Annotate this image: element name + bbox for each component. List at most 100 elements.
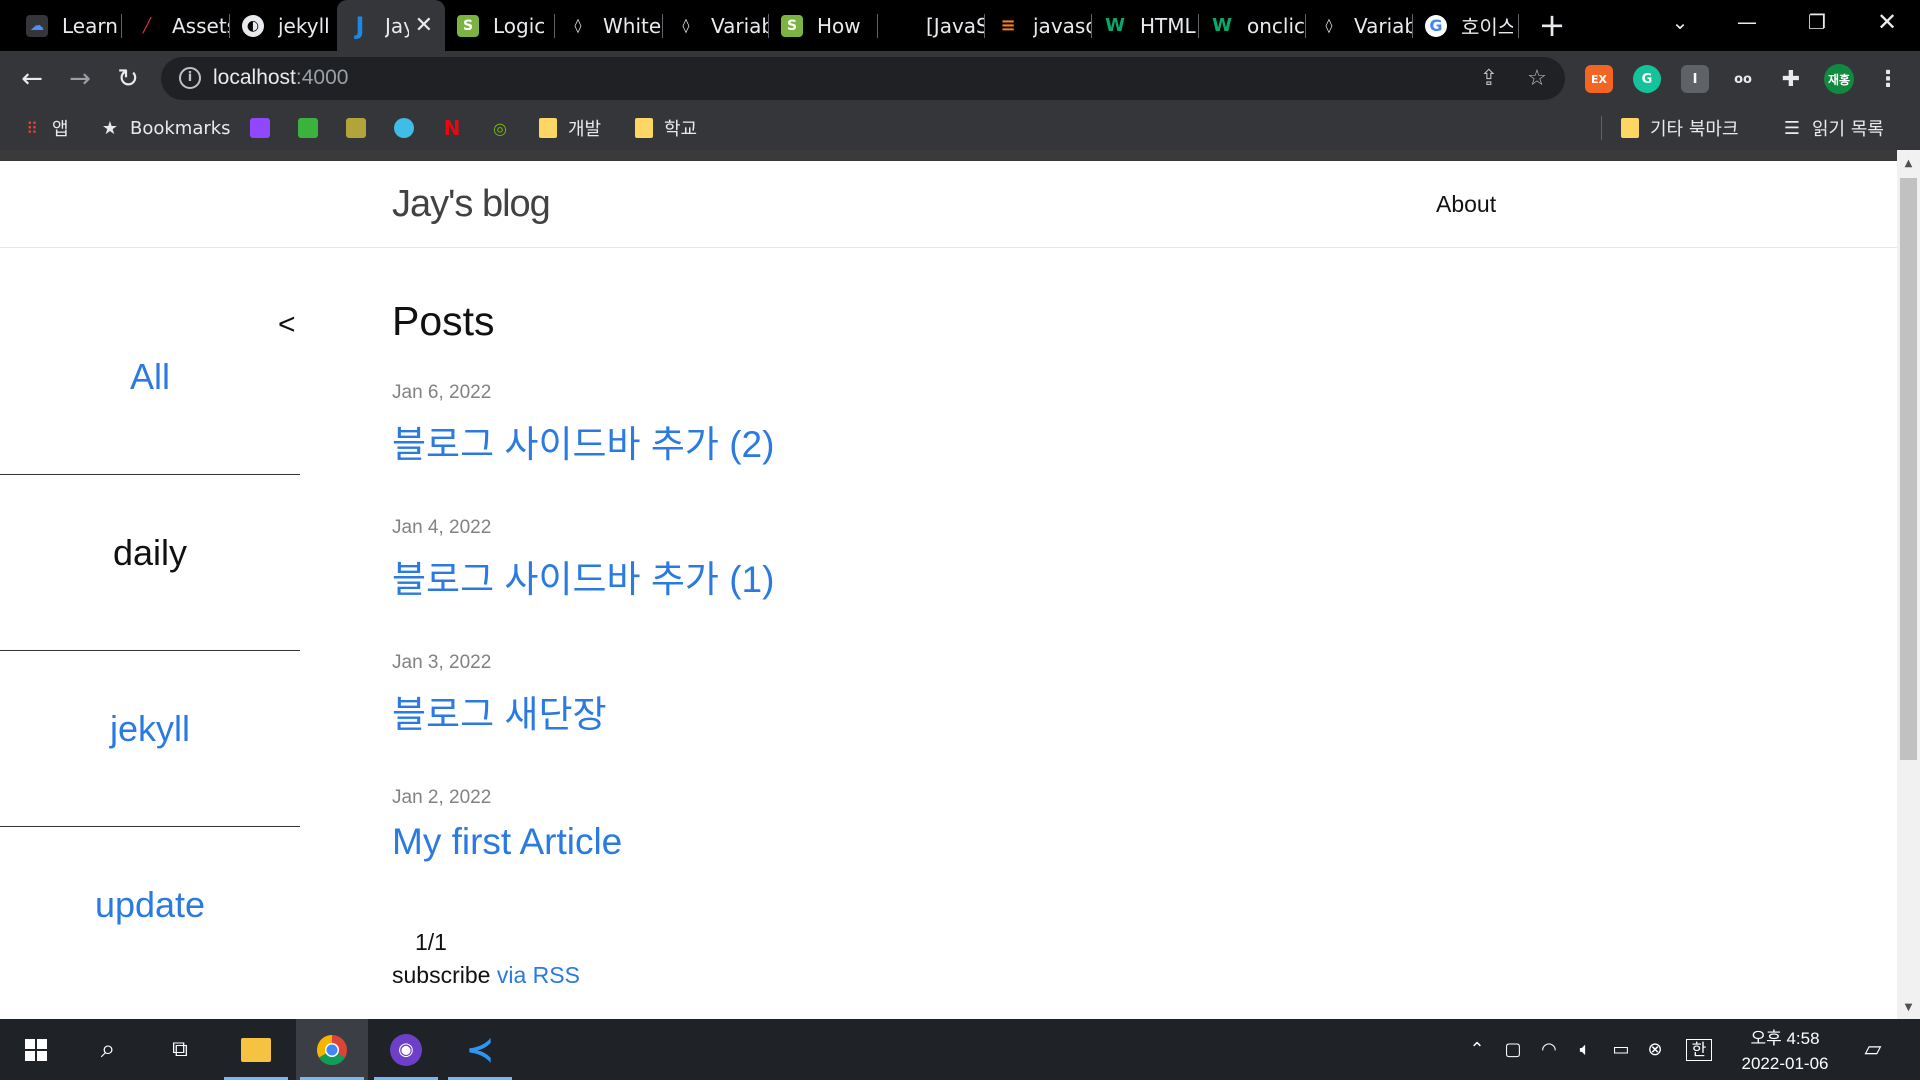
chrome-taskbar-button[interactable]: [296, 1019, 368, 1080]
reading-list-button[interactable]: ☰ 읽기 목록: [1782, 106, 1884, 150]
bookmarks-divider: [1601, 116, 1602, 140]
category-update[interactable]: update: [0, 826, 300, 1002]
task-view-button[interactable]: ⧉: [144, 1019, 216, 1080]
browser-tab[interactable]: S How t: [769, 0, 877, 51]
folder-icon: [1621, 118, 1639, 138]
start-button[interactable]: [0, 1019, 72, 1080]
browser-tab[interactable]: ╱ Assets: [122, 0, 230, 51]
pagination-indicator: 1/1: [415, 929, 447, 955]
post-title-link[interactable]: 블로그 사이드바 추가 (1): [392, 549, 774, 603]
tab-title: HTML: [1140, 13, 1196, 38]
error-status-icon[interactable]: ⊗: [1642, 1037, 1668, 1063]
bookmark-label: 앱: [52, 119, 69, 140]
browser-tab[interactable]: ≡ javasc: [985, 0, 1091, 51]
browser-tab[interactable]: ◊ White: [555, 0, 663, 51]
browser-tab[interactable]: ◊ Variab: [663, 0, 769, 51]
browser-tab[interactable]: S Logic: [447, 0, 553, 51]
new-tab-button[interactable]: +: [1534, 7, 1570, 43]
twitch-bookmark[interactable]: [250, 106, 280, 150]
category-daily[interactable]: daily: [0, 474, 300, 650]
post-date: Jan 3, 2022: [392, 652, 492, 673]
restore-button[interactable]: ❐: [1782, 0, 1852, 44]
volume-icon[interactable]: 🔈︎: [1572, 1037, 1598, 1063]
bookmark-star-icon[interactable]: ☆: [1523, 65, 1551, 93]
browser-tab[interactable]: ◐ jekyll: [230, 0, 336, 51]
glasses-icon[interactable]: oo: [1729, 65, 1757, 93]
site-info-icon[interactable]: i: [179, 67, 201, 89]
notifications-icon[interactable]: ▱: [1860, 1037, 1886, 1063]
tab-title: [JavaS: [926, 13, 984, 38]
nvidia-bookmark[interactable]: ◎: [490, 106, 520, 150]
drop-icon: ◊: [1325, 17, 1333, 34]
shopify-icon: S: [781, 14, 803, 37]
browser-tab-active[interactable]: J Jay ✕: [337, 0, 445, 51]
category-label: update: [94, 884, 206, 925]
page-scrollbar[interactable]: ▲ ▼: [1897, 150, 1920, 1019]
scroll-thumb[interactable]: [1900, 178, 1917, 760]
forward-button[interactable]: →: [60, 59, 100, 99]
school-folder[interactable]: 학교: [634, 106, 697, 150]
grammarly-icon[interactable]: G: [1633, 65, 1661, 93]
browser-tab[interactable]: ◊ Variab: [1306, 0, 1412, 51]
wifi-icon[interactable]: ◠: [1536, 1037, 1562, 1063]
meet-now-icon[interactable]: ▢: [1500, 1037, 1526, 1063]
browser-tab[interactable]: [JavaS: [878, 0, 984, 51]
netflix-bookmark[interactable]: N: [442, 106, 472, 150]
category-sidebar: < All daily jekyll update: [0, 248, 300, 1019]
close-tab-icon[interactable]: ✕: [415, 13, 433, 38]
post-date: Jan 6, 2022: [392, 382, 492, 403]
extensions-puzzle-icon[interactable]: ✚: [1777, 65, 1805, 93]
tab-title: Variab: [1354, 13, 1412, 38]
search-button[interactable]: ⌕: [72, 1019, 144, 1080]
category-label: All: [129, 356, 170, 397]
category-all[interactable]: All: [0, 298, 300, 474]
mail-bookmark[interactable]: [298, 106, 328, 150]
site-title[interactable]: Jay's blog: [392, 183, 551, 226]
nav-about-link[interactable]: About: [1436, 191, 1496, 218]
bookmarks-folder[interactable]: ★ Bookmarks: [100, 106, 231, 150]
subscribe-text: subscribe: [392, 962, 491, 988]
browser-tab[interactable]: G 호이스: [1413, 0, 1519, 51]
ime-indicator[interactable]: 한: [1686, 1039, 1712, 1061]
folder-icon: [539, 118, 557, 138]
scroll-up-arrow-icon[interactable]: ▲: [1897, 158, 1920, 172]
url-text[interactable]: localhost:4000: [213, 66, 348, 90]
tab-search-chevron-icon[interactable]: ⌄: [1645, 0, 1715, 44]
post-title-link[interactable]: 블로그 새단장: [392, 684, 607, 738]
dev-folder[interactable]: 개발: [538, 106, 601, 150]
taskbar-clock[interactable]: 오후 4:58 2022-01-06: [1730, 1026, 1840, 1076]
post-title-link[interactable]: 블로그 사이드바 추가 (2): [392, 414, 774, 468]
windows-taskbar: ⌕ ⧉ ◉ ≺ ⌃ ▢ ◠ 🔈︎ ▭ ⊗ 한 오후 4:58 2022-01-0…: [0, 1019, 1920, 1080]
game-bookmark[interactable]: [346, 106, 376, 150]
folder-icon: [635, 118, 653, 138]
browser-tab[interactable]: W onclic: [1199, 0, 1305, 51]
circle-bookmark[interactable]: [394, 106, 424, 150]
info-ext-icon[interactable]: I: [1681, 65, 1709, 93]
ex-icon[interactable]: EX: [1585, 65, 1613, 93]
battery-icon[interactable]: ▭: [1608, 1037, 1634, 1063]
nvidia-icon: ◎: [493, 118, 507, 138]
github-desktop-button[interactable]: ◉: [370, 1019, 442, 1080]
category-jekyll[interactable]: jekyll: [0, 650, 300, 826]
browser-tab[interactable]: W HTML: [1092, 0, 1198, 51]
file-explorer-button[interactable]: [220, 1019, 292, 1080]
clock-time: 오후 4:58: [1750, 1029, 1820, 1048]
share-icon[interactable]: ⇪: [1475, 65, 1503, 93]
browser-tab[interactable]: ☁ Learn: [0, 0, 120, 51]
more-menu-icon[interactable]: ⋮: [1874, 65, 1902, 93]
profile-avatar[interactable]: 재홍: [1824, 64, 1854, 94]
show-hidden-icons-chevron-icon[interactable]: ⌃: [1464, 1037, 1490, 1063]
address-bar[interactable]: i localhost:4000 ⇪ ☆: [161, 57, 1565, 100]
apps-bookmark[interactable]: ⠿ 앱: [22, 106, 69, 150]
minimize-button[interactable]: —: [1712, 0, 1782, 44]
back-button[interactable]: ←: [12, 59, 52, 99]
clock-date: 2022-01-06: [1741, 1054, 1829, 1073]
other-bookmarks-folder[interactable]: 기타 북마크: [1620, 106, 1739, 150]
rss-link[interactable]: via RSS: [497, 962, 580, 988]
reload-button[interactable]: ↻: [108, 59, 148, 99]
github-icon: ◉: [390, 1033, 422, 1066]
post-title-link[interactable]: My first Article: [392, 821, 622, 863]
vscode-button[interactable]: ≺: [444, 1019, 516, 1080]
close-window-button[interactable]: ✕: [1852, 0, 1920, 44]
scroll-down-arrow-icon[interactable]: ▼: [1897, 1002, 1920, 1016]
